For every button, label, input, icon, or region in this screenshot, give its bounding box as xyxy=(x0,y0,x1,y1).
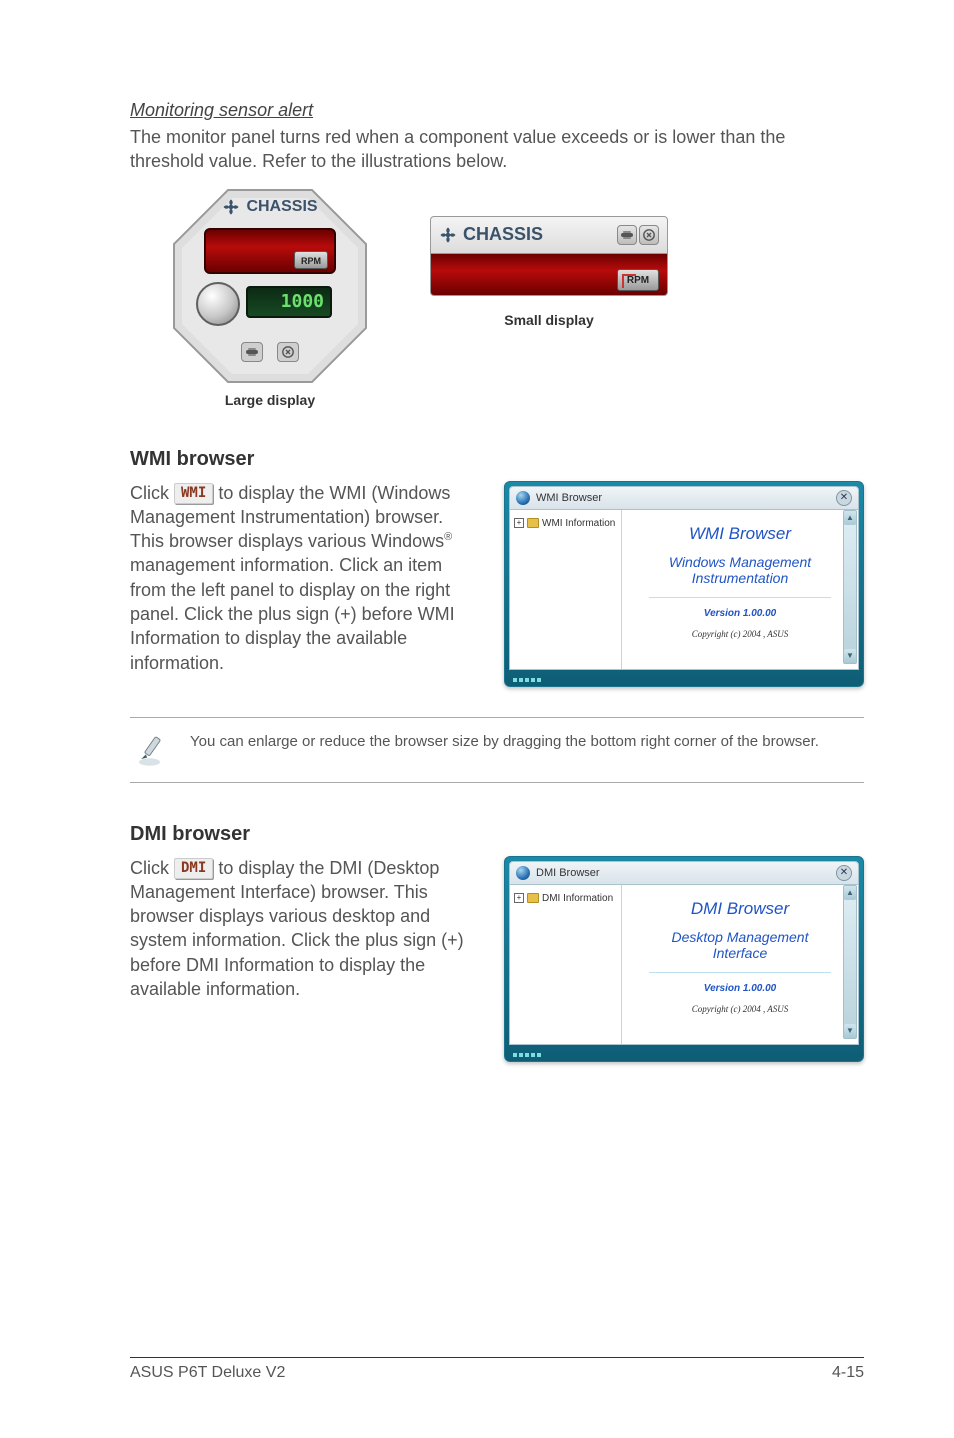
wmi-section-title: WMI browser xyxy=(130,448,864,471)
content-pane: WMI Browser Windows Management Instrumen… xyxy=(622,510,858,669)
text-fragment: Instrumentation xyxy=(692,570,789,586)
panel-close-icon[interactable] xyxy=(639,225,659,245)
dmi-toolbar-button[interactable]: DMI xyxy=(174,858,213,879)
text-fragment: Windows Management xyxy=(669,554,811,570)
dmi-browser-window: DMI Browser ✕ + DMI Information DMI Brow… xyxy=(504,856,864,1062)
section-subheading: Monitoring sensor alert xyxy=(130,100,864,121)
tree-pane: + DMI Information xyxy=(510,885,622,1044)
dmi-section-title: DMI browser xyxy=(130,823,864,846)
divider xyxy=(649,972,830,973)
scroll-down-button[interactable]: ▼ xyxy=(844,1024,856,1038)
tree-root-item[interactable]: + DMI Information xyxy=(514,893,617,904)
content-title: DMI Browser xyxy=(691,899,789,919)
window-titlebar: DMI Browser ✕ xyxy=(509,861,859,885)
body-paragraph: The monitor panel turns red when a compo… xyxy=(130,125,864,174)
close-icon xyxy=(282,346,294,358)
window-titlebar: WMI Browser ✕ xyxy=(509,486,859,510)
content-subtitle: Desktop Management Interface xyxy=(672,929,809,963)
text-fragment: Click xyxy=(130,483,174,503)
panel-mode-icon[interactable] xyxy=(617,225,637,245)
knob-control[interactable] xyxy=(196,282,240,326)
folder-icon xyxy=(527,518,539,528)
copyright-text: Copyright (c) 2004 , ASUS xyxy=(692,629,789,639)
scroll-up-button[interactable]: ▲ xyxy=(844,886,856,900)
scrollbar[interactable]: ▲ ▼ xyxy=(843,885,857,1039)
dmi-paragraph: Click DMI to display the DMI (Desktop Ma… xyxy=(130,856,474,1002)
window-body: + DMI Information DMI Browser Desktop Ma… xyxy=(509,885,859,1045)
small-display-column: CHASSIS RPM Small display xyxy=(430,216,668,328)
globe-icon xyxy=(516,866,530,880)
globe-icon xyxy=(516,491,530,505)
resize-handle[interactable] xyxy=(513,678,541,682)
panel-close-icon[interactable] xyxy=(277,342,299,362)
text-fragment: management information. Click an item fr… xyxy=(130,555,455,672)
wmi-paragraph: Click WMI to display the WMI (Windows Ma… xyxy=(130,481,474,675)
expand-icon[interactable]: + xyxy=(514,893,524,903)
window-title-text: DMI Browser xyxy=(536,867,600,879)
wmi-toolbar-button[interactable]: WMI xyxy=(174,483,213,504)
scroll-up-button[interactable]: ▲ xyxy=(844,511,856,525)
content-title: WMI Browser xyxy=(689,524,791,544)
lcd-value: 1000 xyxy=(246,286,332,318)
window-title-text: WMI Browser xyxy=(536,492,602,504)
large-display-column: CHASSIS RPM 1000 Large display xyxy=(170,186,370,408)
expand-icon[interactable]: + xyxy=(514,518,524,528)
scroll-down-button[interactable]: ▼ xyxy=(844,649,856,663)
footer-product: ASUS P6T Deluxe V2 xyxy=(130,1364,285,1382)
note-callout: You can enlarge or reduce the browser si… xyxy=(130,717,864,783)
chassis-label-text: CHASSIS xyxy=(246,198,317,216)
content-pane: DMI Browser Desktop Management Interface… xyxy=(622,885,858,1044)
rpm-chip-small: RPM xyxy=(617,269,659,291)
alert-panel-large: RPM xyxy=(204,228,336,274)
tree-pane: + WMI Information xyxy=(510,510,622,669)
version-text: Version 1.00.00 xyxy=(704,983,776,994)
wmi-browser-window: WMI Browser ✕ + WMI Information WMI Brow… xyxy=(504,481,864,687)
chassis-small-gauge: CHASSIS RPM xyxy=(430,216,668,296)
alert-panel-small: RPM xyxy=(430,254,668,296)
window-close-button[interactable]: ✕ xyxy=(836,490,852,506)
stack-icon xyxy=(245,347,259,357)
fan-icon xyxy=(439,226,457,244)
rpm-chip-large: RPM xyxy=(294,251,328,269)
pencil-icon xyxy=(136,732,172,768)
registered-symbol: ® xyxy=(444,531,452,543)
tree-root-item[interactable]: + WMI Information xyxy=(514,518,617,529)
footer-page-number: 4-15 xyxy=(832,1364,864,1382)
small-header: CHASSIS xyxy=(430,216,668,254)
text-fragment: Click xyxy=(130,858,174,878)
note-text: You can enlarge or reduce the browser si… xyxy=(190,732,819,752)
text-fragment: Interface xyxy=(713,945,767,961)
stack-icon xyxy=(620,230,634,240)
large-display-caption: Large display xyxy=(225,392,315,408)
tree-item-label: DMI Information xyxy=(542,893,613,904)
folder-icon xyxy=(527,893,539,903)
panel-mode-icon[interactable] xyxy=(241,342,263,362)
resize-handle[interactable] xyxy=(513,1053,541,1057)
window-close-button[interactable]: ✕ xyxy=(836,865,852,881)
copyright-text: Copyright (c) 2004 , ASUS xyxy=(692,1004,789,1014)
page-footer: ASUS P6T Deluxe V2 4-15 xyxy=(130,1357,864,1382)
tree-item-label: WMI Information xyxy=(542,518,615,529)
window-body: + WMI Information WMI Browser Windows Ma… xyxy=(509,510,859,670)
fan-icon xyxy=(222,198,240,216)
chassis-title-large: CHASSIS xyxy=(170,198,370,216)
small-display-caption: Small display xyxy=(504,312,593,328)
divider xyxy=(649,597,830,598)
version-text: Version 1.00.00 xyxy=(704,608,776,619)
chassis-large-gauge: CHASSIS RPM 1000 xyxy=(170,186,370,386)
scrollbar[interactable]: ▲ ▼ xyxy=(843,510,857,664)
close-icon xyxy=(643,229,655,241)
text-fragment: Desktop Management xyxy=(672,929,809,945)
content-subtitle: Windows Management Instrumentation xyxy=(669,554,811,588)
chassis-label-text: CHASSIS xyxy=(463,224,543,245)
